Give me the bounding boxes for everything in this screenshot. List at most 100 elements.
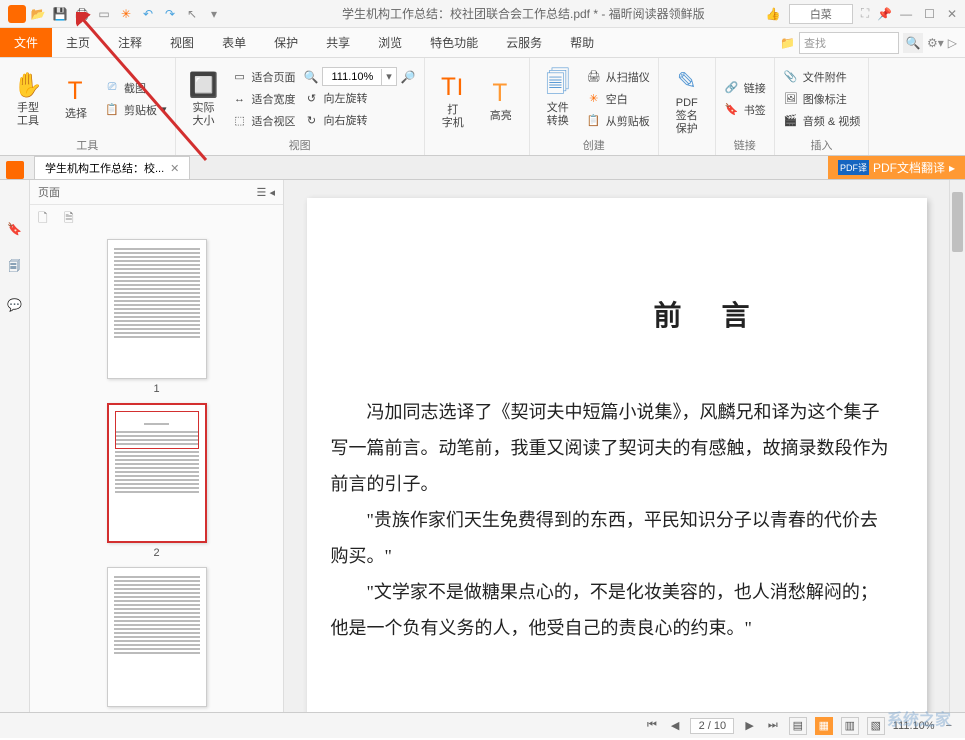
blank-page-button[interactable]: ✳空白 [586,89,650,109]
thumb-tool2-icon[interactable]: 🗎 [64,209,80,225]
thumbnail-page-1[interactable]: 1 [107,239,207,395]
tab-share[interactable]: 共享 [312,28,364,57]
prev-page-button[interactable]: ◀ [668,719,682,732]
save-icon[interactable]: 💾 [52,6,68,22]
undo-icon[interactable]: ↶ [140,6,156,22]
blank-icon: ✳ [586,91,602,107]
first-page-button[interactable]: ⏮ [644,719,660,732]
tab-help[interactable]: 帮助 [556,28,608,57]
attach-icon: 📎 [783,69,799,85]
user-label[interactable]: 白菜 [789,4,853,24]
dropdown-icon[interactable]: ▾ [206,6,222,22]
like-icon[interactable]: 👍 [766,7,781,21]
pdf-translate-button[interactable]: PDF译 PDF文档翻译▸ [828,156,965,179]
thumbnails-list[interactable]: 1 2 [30,229,283,712]
screenshot-icon: ⎚ [104,80,120,96]
maximize-icon[interactable]: ☐ [924,7,935,21]
fit-width-button[interactable]: ↔适合宽度 [232,89,296,109]
tab-form[interactable]: 表单 [208,28,260,57]
scanner-icon: 🖨 [586,69,602,85]
view-mode-3-button[interactable]: ▥ [841,717,859,735]
clipboard-button[interactable]: 📋剪贴板▾ [104,100,167,120]
select-icon: Ꭲ [60,76,92,108]
image-annot-button[interactable]: 🖼图像标注 [783,89,860,109]
collapse-ribbon-icon[interactable]: ▷ [948,36,957,50]
thumbnail-page-3[interactable] [107,567,207,707]
view-mode-1-button[interactable]: ▤ [789,717,807,735]
zoom-out-button[interactable]: − [943,720,955,732]
search-folder-icon[interactable]: 📁 [780,36,795,50]
zoom-in-icon[interactable]: 🔎 [401,70,416,84]
tab-protect[interactable]: 保护 [260,28,312,57]
cursor-icon[interactable]: ↖ [184,6,200,22]
from-scanner-button[interactable]: 🖨从扫描仪 [586,67,650,87]
vertical-scrollbar[interactable] [949,180,965,712]
page-view[interactable]: 前言 冯加同志选译了《契诃夫中短篇小说集》，风麟兄和译为这个集子写一篇前言。动笔… [307,198,927,712]
status-zoom-label: 111.10% [893,720,935,732]
next-page-button[interactable]: ▶ [742,719,756,732]
close-tab-icon[interactable]: ✕ [170,162,179,175]
zoom-combo[interactable]: 111.10%▾ [322,67,396,86]
actual-size-button[interactable]: 🔲 实际 大小 [184,68,224,130]
pages-panel-icon[interactable]: 🗐 [6,258,24,276]
tab-file[interactable]: 文件 [0,28,52,57]
tab-features[interactable]: 特色功能 [416,28,492,57]
select-tool-button[interactable]: Ꭲ 选择 [56,74,96,123]
rotate-right-button[interactable]: ↻向右旋转 [304,110,416,130]
close-icon[interactable]: ✕ [947,7,957,21]
tab-view[interactable]: 视图 [156,28,208,57]
last-page-button[interactable]: ⏭ [765,719,781,732]
window-title: 学生机构工作总结：校社团联合会工作总结.pdf * - 福昕阅读器领鲜版 [342,5,705,22]
fit-page-button[interactable]: ▭适合页面 [232,67,296,87]
document-tabs: 学生机构工作总结：校... ✕ PDF译 PDF文档翻译▸ [0,156,965,180]
view-mode-4-button[interactable]: ▧ [867,717,885,735]
open-icon[interactable]: 📂 [30,6,46,22]
bookmark-button[interactable]: 🔖书签 [724,100,766,120]
view-mode-2-button[interactable]: ▦ [815,717,833,735]
canvas-scroll[interactable]: 前言 冯加同志选译了《契诃夫中短篇小说集》，风麟兄和译为这个集子写一篇前言。动笔… [284,180,949,712]
group-insert-label: 插入 [783,135,860,153]
file-convert-icon: 🗐 [542,70,574,102]
search-icon[interactable]: 🔍 [903,33,923,53]
bookmark-panel-icon[interactable]: 🔖 [6,220,24,238]
tab-home[interactable]: 主页 [52,28,104,57]
hand-tool-button[interactable]: ✋ 手型 工具 [8,68,48,130]
rotate-right-icon: ↻ [304,112,320,128]
print-icon[interactable]: 🖨 [74,6,90,22]
thumbnail-page-2[interactable]: 2 [107,403,207,559]
tab-annotate[interactable]: 注释 [104,28,156,57]
page-number-input[interactable]: 2 / 10 [690,718,734,734]
document-tab[interactable]: 学生机构工作总结：校... ✕ [34,156,190,179]
page-icon[interactable]: ▭ [96,6,112,22]
file-convert-button[interactable]: 🗐 文件 转换 [538,68,578,130]
paragraph-2: "贵族作家们天生免费得到的东西，平民知识分子以青春的代价去购买。" [307,502,927,574]
thumb-tool1-icon[interactable]: 🗋 [38,209,54,225]
app-logo-icon [8,5,26,23]
new-icon[interactable]: ✳ [118,6,134,22]
redo-icon[interactable]: ↷ [162,6,178,22]
pdf-sign-button[interactable]: ✎ PDF 签名 保护 [667,63,707,138]
zoom-out-icon[interactable]: 🔍 [304,70,319,84]
settings-gear-icon[interactable]: ⚙▾ [927,36,944,50]
minimize-icon[interactable]: — [900,7,912,21]
fit-visible-button[interactable]: ⬚适合视区 [232,111,296,131]
audio-video-button[interactable]: 🎬音频 & 视频 [783,111,860,131]
search-input[interactable]: 查找 [799,32,899,54]
fullscreen-icon[interactable]: ⛶ [861,6,869,21]
comments-panel-icon[interactable]: 💬 [6,296,24,314]
file-attach-button[interactable]: 📎文件附件 [783,67,860,87]
tab-browse[interactable]: 浏览 [364,28,416,57]
from-clipboard-button[interactable]: 📋从剪贴板 [586,111,650,131]
link-button[interactable]: 🔗链接 [724,78,766,98]
highlight-button[interactable]: Ꭲ 高亮 [481,76,521,125]
rotate-left-button[interactable]: ↺向左旋转 [304,88,416,108]
image-icon: 🖼 [783,91,799,107]
typewriter-button[interactable]: ᎢI 打 字机 [433,70,473,132]
quick-access-toolbar: 📂 💾 🖨 ▭ ✳ ↶ ↷ ↖ ▾ [30,6,222,22]
pin-icon[interactable]: 📌 [877,7,892,21]
fit-visible-icon: ⬚ [232,113,248,129]
panel-menu-icon[interactable]: ☰ ◂ [257,186,275,199]
document-tab-label: 学生机构工作总结：校... [45,160,164,176]
screenshot-button[interactable]: ⎚截图 [104,78,167,98]
tab-cloud[interactable]: 云服务 [492,28,556,57]
